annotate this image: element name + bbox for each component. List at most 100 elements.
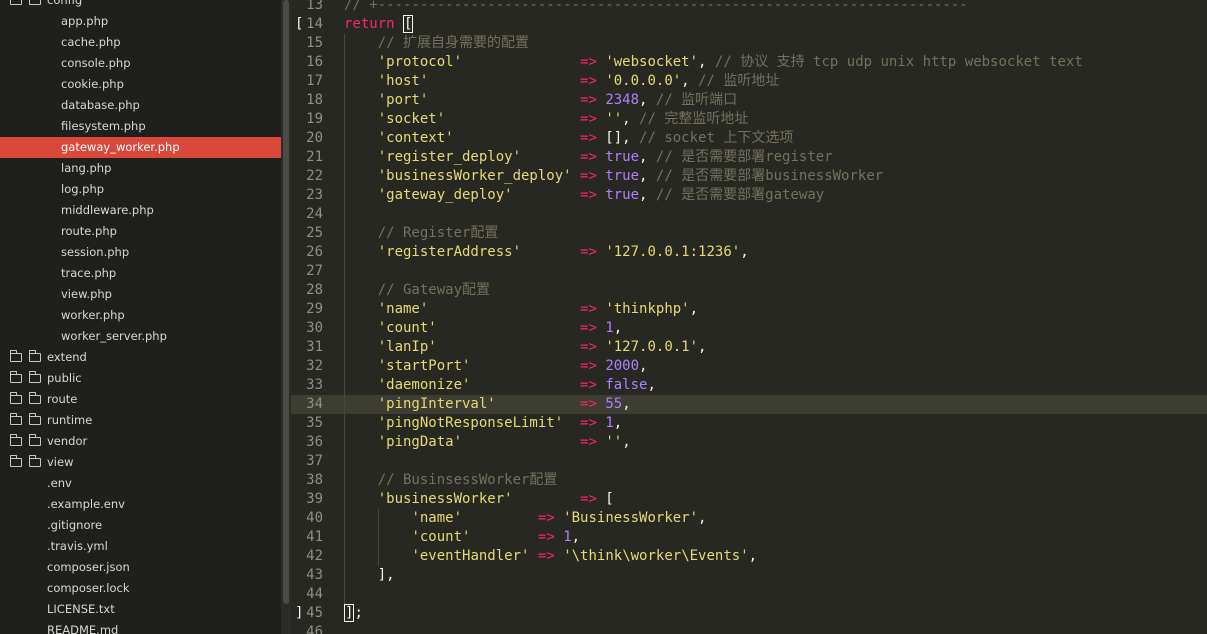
code-token: 'daemonize'	[377, 377, 471, 393]
code-text: 'protocol' => 'websocket', // 协议 支持 tcp …	[378, 53, 1083, 72]
folder-collapse-icon[interactable]	[10, 371, 22, 383]
code-line[interactable]: 39 'businessWorker' => [	[291, 490, 1207, 509]
line-number: 35	[306, 415, 323, 431]
file-item-middleware-php[interactable]: middleware.php	[0, 200, 281, 221]
file-item-gitignore[interactable]: .gitignore	[0, 515, 281, 536]
file-item-cache-php[interactable]: cache.php	[0, 32, 281, 53]
code-line[interactable]: 21 'register_deploy' => true, // 是否需要部署re…	[291, 148, 1207, 167]
file-item-gateway-worker-php[interactable]: gateway_worker.php	[0, 137, 281, 158]
file-item-view-php[interactable]: view.php	[0, 284, 281, 305]
file-item-composer-json[interactable]: composer.json	[0, 557, 281, 578]
sidebar-scrollbar[interactable]	[281, 0, 291, 634]
fold-marker[interactable]: [	[295, 15, 303, 34]
code-line[interactable]: 37	[291, 452, 1207, 471]
file-item-license-txt[interactable]: LICENSE.txt	[0, 599, 281, 620]
code-line[interactable]: 24	[291, 205, 1207, 224]
code-line[interactable]: 32 'startPort' => 2000,	[291, 357, 1207, 376]
folder-item-extend[interactable]: extend	[0, 347, 281, 368]
code-line[interactable]: 14[return [	[291, 15, 1207, 34]
folder-item-route[interactable]: route	[0, 389, 281, 410]
code-line[interactable]: 36 'pingData' => '',	[291, 433, 1207, 452]
file-item-app-php[interactable]: app.php	[0, 11, 281, 32]
code-text: 'count' => 1,	[411, 528, 580, 547]
code-line[interactable]: 34 'pingInterval' => 55,	[291, 395, 1207, 414]
code-line[interactable]: 20 'context' => [], // socket 上下文选项	[291, 129, 1207, 148]
file-item-env[interactable]: .env	[0, 473, 281, 494]
file-item-cookie-php[interactable]: cookie.php	[0, 74, 281, 95]
tree-item-label: .gitignore	[47, 518, 103, 532]
code-token: 'websocket'	[605, 54, 699, 70]
folder-item-runtime[interactable]: runtime	[0, 410, 281, 431]
code-token: 'registerAddress'	[377, 244, 522, 260]
code-line[interactable]: 38 // BusinsessWorker配置	[291, 471, 1207, 490]
code-text: 'daemonize' => false,	[378, 376, 656, 395]
indent-guide	[344, 319, 345, 338]
file-item-database-php[interactable]: database.php	[0, 95, 281, 116]
file-item-worker-server-php[interactable]: worker_server.php	[0, 326, 281, 347]
file-item-log-php[interactable]: log.php	[0, 179, 281, 200]
code-token: ,	[622, 434, 631, 450]
file-item-filesystem-php[interactable]: filesystem.php	[0, 116, 281, 137]
code-token: =>	[580, 358, 597, 374]
folder-collapse-icon[interactable]	[10, 434, 22, 446]
file-item-travis-yml[interactable]: .travis.yml	[0, 536, 281, 557]
code-line[interactable]: 25 // Register配置	[291, 224, 1207, 243]
fold-marker[interactable]: ]	[295, 604, 303, 623]
code-line[interactable]: 23 'gateway_deploy' => true, // 是否需要部署gat…	[291, 186, 1207, 205]
folder-item-view[interactable]: view	[0, 452, 281, 473]
code-line[interactable]: 29 'name' => 'thinkphp',	[291, 300, 1207, 319]
folder-collapse-icon[interactable]	[10, 455, 22, 467]
code-line[interactable]: 16 'protocol' => 'websocket', // 协议 支持 tc…	[291, 53, 1207, 72]
code-line[interactable]: 33 'daemonize' => false,	[291, 376, 1207, 395]
code-token: '0.0.0.0'	[605, 73, 682, 89]
code-line[interactable]: 42 'eventHandler' => '\think\worker\Event…	[291, 547, 1207, 566]
file-item-session-php[interactable]: session.php	[0, 242, 281, 263]
code-line[interactable]: 28 // Gateway配置	[291, 281, 1207, 300]
code-line[interactable]: 41 'count' => 1,	[291, 528, 1207, 547]
code-line[interactable]: 44	[291, 585, 1207, 604]
code-text: // Gateway配置	[378, 281, 490, 300]
folder-collapse-icon[interactable]	[10, 392, 22, 404]
code-line[interactable]: 35 'pingNotResponseLimit' => 1,	[291, 414, 1207, 433]
file-item-example-env[interactable]: .example.env	[0, 494, 281, 515]
folder-item-vendor[interactable]: vendor	[0, 431, 281, 452]
code-line[interactable]: 30 'count' => 1,	[291, 319, 1207, 338]
code-line[interactable]: 17 'host' => '0.0.0.0', // 监听地址	[291, 72, 1207, 91]
file-item-console-php[interactable]: console.php	[0, 53, 281, 74]
file-item-lang-php[interactable]: lang.php	[0, 158, 281, 179]
code-token: ,	[639, 358, 648, 374]
code-line[interactable]: 22 'businessWorker_deploy' => true, // 是否…	[291, 167, 1207, 186]
folder-collapse-icon[interactable]	[10, 350, 22, 362]
folder-item-config[interactable]: config	[0, 0, 281, 11]
folder-collapse-icon[interactable]	[10, 413, 22, 425]
code-editor[interactable]: 13 // +----------------------------------…	[291, 0, 1207, 634]
file-item-route-php[interactable]: route.php	[0, 221, 281, 242]
code-line[interactable]: 31 'lanIp' => '127.0.0.1',	[291, 338, 1207, 357]
file-item-composer-lock[interactable]: composer.lock	[0, 578, 281, 599]
file-item-readme-md[interactable]: README.md	[0, 620, 281, 634]
code-token: =>	[580, 168, 597, 184]
code-line[interactable]: 15 // 扩展自身需要的配置	[291, 34, 1207, 53]
code-line[interactable]: 19 'socket' => '', // 完整监听地址	[291, 110, 1207, 129]
code-line[interactable]: 27	[291, 262, 1207, 281]
folder-item-public[interactable]: public	[0, 368, 281, 389]
code-line[interactable]: 18 'port' => 2348, // 监听端口	[291, 91, 1207, 110]
indent-guide	[344, 224, 345, 243]
code-line[interactable]: 46	[291, 623, 1207, 634]
code-token: 1	[605, 320, 614, 336]
file-item-trace-php[interactable]: trace.php	[0, 263, 281, 284]
code-line[interactable]: 26 'registerAddress' => '127.0.0.1:1236',	[291, 243, 1207, 262]
code-line[interactable]: 40 'name' => 'BusinessWorker',	[291, 509, 1207, 528]
line-number: 37	[306, 453, 323, 469]
code-text: // +------------------------------------…	[344, 0, 968, 15]
code-line[interactable]: 13 // +----------------------------------…	[291, 0, 1207, 15]
indent-guide	[344, 186, 345, 205]
file-item-worker-php[interactable]: worker.php	[0, 305, 281, 326]
code-line[interactable]: 45]];	[291, 604, 1207, 623]
folder-collapse-icon[interactable]	[10, 0, 22, 5]
code-line[interactable]: 43],	[291, 566, 1207, 585]
sidebar-scroll-thumb[interactable]	[283, 0, 289, 604]
